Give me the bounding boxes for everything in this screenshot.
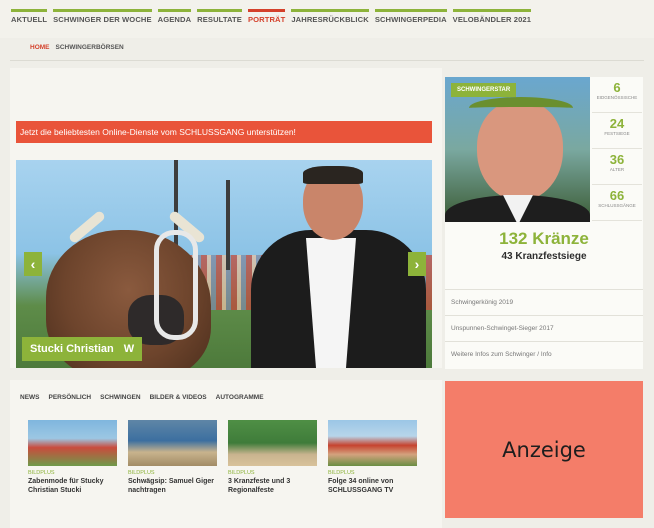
profile-link[interactable]: Unspunnen-Schwinget-Sieger 2017 (445, 315, 643, 341)
profile-link[interactable]: Schwingerkönig 2019 (445, 289, 643, 315)
divider (10, 60, 644, 61)
breadcrumb-home[interactable]: Home (30, 44, 50, 51)
tab-news[interactable]: News (20, 394, 40, 401)
stat-item: 6 Eidgenössische (592, 77, 642, 113)
nav-item-schwingerpedia[interactable]: Schwingerpedia (372, 8, 450, 24)
hero-caption-name: Stucki Christian (30, 343, 114, 355)
hero-caption[interactable]: Stucki Christian W (22, 337, 143, 361)
breadcrumb-current: Schwingerbörsen (55, 44, 124, 51)
kranze-summary: 132 Kränze 43 Kranzfestsiege (445, 229, 643, 262)
news-title[interactable]: Folge 34 online von SCHLUSSGANG TV (328, 477, 417, 495)
profile-link[interactable]: Weitere Infos zum Schwinger / Info (445, 341, 643, 367)
news-card[interactable]: Bildplus Zabenmode für Stucky Christian … (28, 420, 117, 495)
news-card[interactable]: Bildplus Schwägsip: Samuel Giger nachtra… (128, 420, 217, 495)
news-thumbnail[interactable] (128, 420, 217, 466)
chevron-left-icon[interactable]: ‹ (24, 252, 42, 276)
news-thumbnail[interactable] (228, 420, 317, 466)
nav-item-schwinger-der-woche[interactable]: Schwinger der Woche (50, 8, 155, 24)
news-card[interactable]: Bildplus 3 Kranzfeste und 3 Regionalfest… (228, 420, 317, 495)
profile-tag: Schwingerstar (451, 83, 517, 97)
stat-value: 66 (609, 188, 625, 203)
brand-logo-icon: W (123, 343, 135, 355)
advertisement-label: Anzeige (502, 437, 586, 462)
nav-item-velobaendler[interactable]: Velobändler 2021 (450, 8, 534, 24)
tab-schwingen[interactable]: Schwingen (100, 394, 140, 401)
news-category: Bildplus (28, 470, 55, 476)
stat-value: 24 (609, 116, 625, 131)
profile-portrait: Schwingerstar (445, 77, 590, 222)
news-category: Bildplus (328, 470, 355, 476)
stat-label: Festsiege (604, 131, 630, 136)
promo-banner[interactable]: Jetzt die beliebtesten Online-Dienste vo… (16, 121, 432, 143)
laurel-wreath-icon (469, 97, 573, 119)
profile-links: Schwingerkönig 2019 Unspunnen-Schwinget-… (445, 289, 643, 367)
stat-label: Eidgenössische (596, 95, 638, 100)
news-title[interactable]: Zabenmode für Stucky Christian Stucki (28, 477, 117, 495)
stat-value: 6 (613, 80, 621, 95)
tab-persoenlich[interactable]: Persönlich (49, 394, 92, 401)
news-thumbnail[interactable] (328, 420, 417, 466)
wrestler-hair (303, 166, 363, 184)
news-category: Bildplus (228, 470, 255, 476)
tab-bilder-videos[interactable]: Bilder & Videos (150, 394, 207, 401)
top-navigation: Aktuell Schwinger der Woche Agenda Resul… (0, 0, 654, 38)
nav-item-jahresrueckblick[interactable]: Jahresrückblick (288, 8, 371, 24)
profile-stats: 6 Eidgenössische 24 Festsiege 36 Alter 6… (592, 77, 642, 221)
news-thumbnail[interactable] (28, 420, 117, 466)
nav-item-agenda[interactable]: Agenda (155, 8, 195, 24)
stat-item: 66 Schlussgänge (592, 185, 642, 221)
news-cards: Bildplus Zabenmode für Stucky Christian … (28, 420, 417, 495)
stat-item: 36 Alter (592, 149, 642, 185)
stat-item: 24 Festsiege (592, 113, 642, 149)
news-category: Bildplus (128, 470, 155, 476)
news-card[interactable]: Bildplus Folge 34 online von SCHLUSSGANG… (328, 420, 417, 495)
breadcrumb: Home Schwingerbörsen (30, 44, 124, 51)
kranze-count: 132 Kränze (499, 229, 589, 248)
hero-slider[interactable]: ‹ › Stucki Christian W (16, 160, 432, 368)
profile-card: Schwingerstar 6 Eidgenössische 24 Festsi… (445, 77, 643, 369)
news-tabs: News Persönlich Schwingen Bilder & Video… (20, 394, 264, 401)
stat-label: Schlussgänge (598, 203, 636, 208)
stat-label: Alter (609, 167, 625, 172)
stat-value: 36 (609, 152, 625, 167)
nav-item-resultate[interactable]: Resultate (194, 8, 245, 24)
nav-item-portrait[interactable]: Porträt (245, 8, 288, 24)
advertisement[interactable]: Anzeige (445, 381, 643, 518)
tab-autogramme[interactable]: Autogramme (216, 394, 264, 401)
cow-halter (154, 230, 198, 340)
news-title[interactable]: Schwägsip: Samuel Giger nachtragen (128, 477, 217, 495)
nav-item-aktuell[interactable]: Aktuell (8, 8, 50, 24)
news-title[interactable]: 3 Kranzfeste und 3 Regionalfeste (228, 477, 317, 495)
festsiege-count: 43 Kranzfestsiege (501, 251, 587, 262)
flag-pole (226, 180, 230, 270)
chevron-right-icon[interactable]: › (408, 252, 426, 276)
